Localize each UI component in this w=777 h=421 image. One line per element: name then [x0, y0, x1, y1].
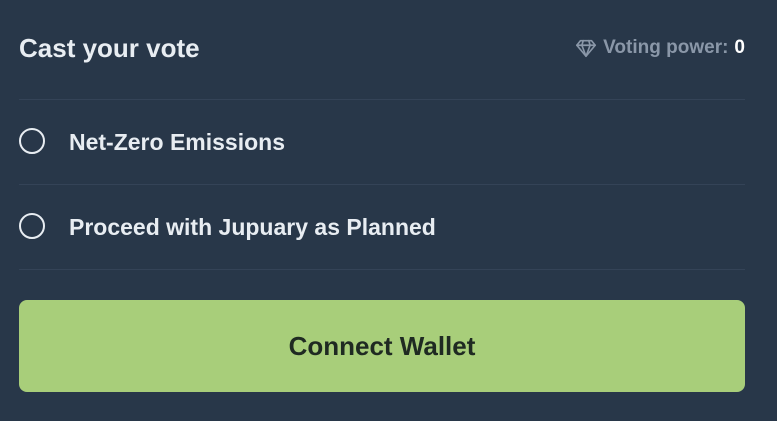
voting-power: Voting power: 0 — [575, 36, 745, 60]
vote-option-net-zero-emissions[interactable]: Net-Zero Emissions — [19, 100, 745, 185]
vote-option-proceed-with-jupuary[interactable]: Proceed with Jupuary as Planned — [19, 185, 745, 270]
voting-power-label: Voting power: — [603, 37, 729, 58]
vote-option-radio[interactable] — [19, 128, 45, 154]
vote-option-label: Proceed with Jupuary as Planned — [69, 214, 436, 240]
connect-wallet-button[interactable]: Connect Wallet — [19, 300, 745, 392]
vote-header: Cast your vote Voting power: 0 — [19, 0, 745, 100]
vote-option-label: Net-Zero Emissions — [69, 129, 285, 155]
vote-title: Cast your vote — [19, 33, 200, 63]
diamond-icon — [576, 39, 597, 58]
vote-option-radio[interactable] — [19, 213, 45, 239]
vote-panel: Cast your vote Voting power: 0 Net-Zero … — [19, 0, 745, 421]
voting-power-value: 0 — [734, 37, 745, 58]
